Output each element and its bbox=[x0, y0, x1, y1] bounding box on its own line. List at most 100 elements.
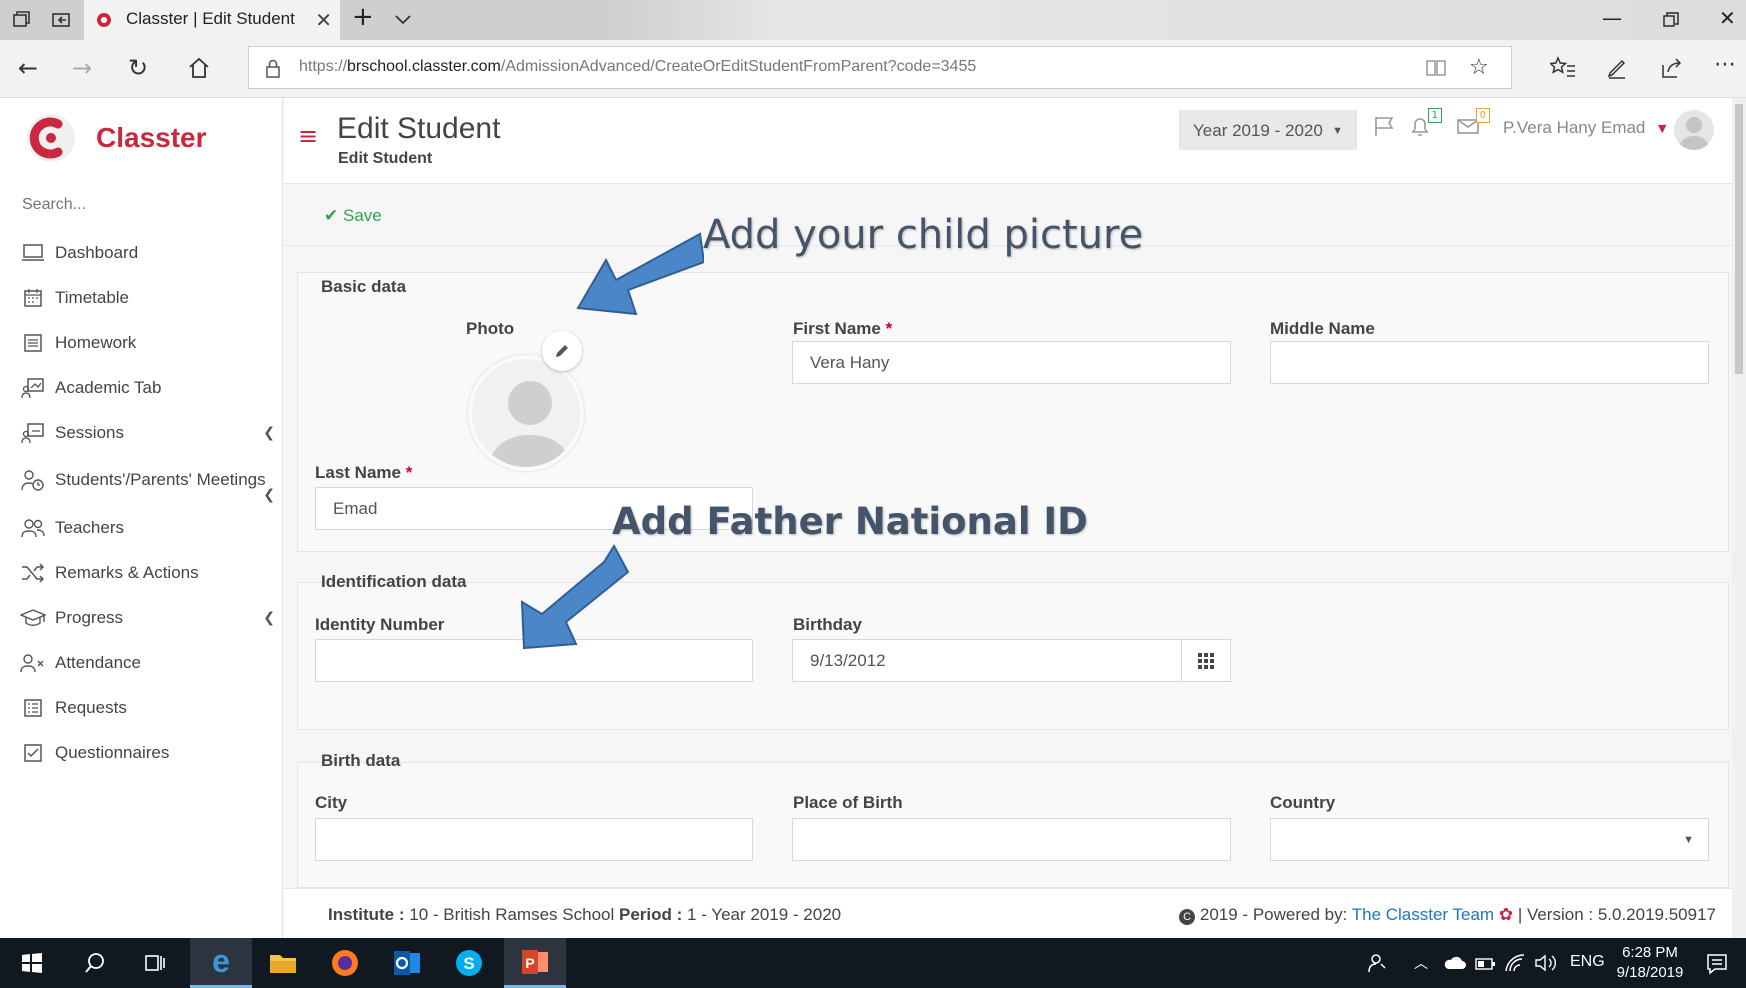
page-title: Edit Student bbox=[337, 112, 501, 145]
back-icon[interactable]: ← bbox=[18, 54, 38, 82]
hamburger-menu-icon[interactable]: ≡ bbox=[298, 122, 318, 150]
sidebar-item-attendance[interactable]: Attendance bbox=[0, 640, 283, 685]
reading-view-icon[interactable] bbox=[1425, 58, 1447, 78]
annotation-add-national-id: Add Father National ID bbox=[612, 500, 1088, 543]
chart-board-icon bbox=[20, 376, 46, 400]
more-options-icon[interactable]: ⋯ bbox=[1714, 52, 1736, 77]
notifications-bell-icon[interactable]: 1 bbox=[1408, 108, 1442, 138]
user-avatar[interactable] bbox=[1674, 110, 1714, 150]
url-field[interactable]: https://brschool.classter.com/AdmissionA… bbox=[248, 46, 1512, 89]
home-icon[interactable] bbox=[187, 56, 211, 80]
birthday-input[interactable] bbox=[792, 639, 1182, 682]
sidebar-item-teachers[interactable]: Teachers bbox=[0, 505, 283, 550]
refresh-icon[interactable]: ↻ bbox=[128, 54, 148, 82]
sidebar-item-homework[interactable]: Homework bbox=[0, 320, 283, 365]
tab-manager-icon[interactable] bbox=[10, 9, 32, 31]
presentation-icon bbox=[20, 421, 46, 445]
user-caret-down-icon[interactable]: ▼ bbox=[1658, 122, 1666, 135]
city-input[interactable] bbox=[315, 818, 753, 861]
sidebar-item-timetable[interactable]: Timetable bbox=[0, 275, 283, 320]
birthday-label: Birthday bbox=[793, 615, 862, 634]
sidebar-item-label: Progress bbox=[55, 607, 124, 627]
page-scrollbar[interactable] bbox=[1732, 98, 1746, 938]
lock-icon bbox=[266, 59, 280, 78]
web-note-icon[interactable] bbox=[1605, 56, 1629, 80]
active-tab[interactable]: Classter | Edit Student ✕ bbox=[84, 0, 340, 40]
laptop-icon bbox=[20, 241, 46, 265]
restore-icon[interactable] bbox=[1663, 12, 1679, 28]
firefox-icon[interactable] bbox=[318, 938, 372, 988]
edit-photo-button[interactable] bbox=[542, 331, 582, 371]
minimize-icon[interactable]: — bbox=[1602, 6, 1622, 30]
tab-list-chevron-icon[interactable] bbox=[394, 14, 412, 26]
set-aside-tabs-icon[interactable] bbox=[50, 9, 72, 31]
chevron-left-icon[interactable]: ❮ bbox=[263, 425, 275, 441]
outlook-icon[interactable] bbox=[380, 938, 434, 988]
wifi-icon[interactable] bbox=[1504, 953, 1526, 973]
new-tab-icon[interactable]: + bbox=[352, 2, 374, 32]
country-select[interactable]: ▼ bbox=[1270, 818, 1709, 861]
system-clock[interactable]: 6:28 PM 9/18/2019 bbox=[1610, 943, 1690, 983]
favorites-hub-icon[interactable] bbox=[1550, 56, 1576, 80]
messages-badge: 0 bbox=[1475, 108, 1490, 123]
edge-browser-icon[interactable]: e bbox=[190, 938, 252, 988]
skype-icon[interactable]: S bbox=[442, 938, 496, 988]
volume-icon[interactable] bbox=[1534, 953, 1558, 973]
chevron-left-icon[interactable]: ❮ bbox=[263, 487, 275, 503]
middle-name-input[interactable] bbox=[1270, 341, 1709, 384]
windows-start-icon[interactable] bbox=[10, 938, 54, 988]
powerpoint-icon[interactable]: P bbox=[504, 938, 566, 988]
onedrive-cloud-icon[interactable] bbox=[1442, 955, 1466, 971]
user-name[interactable]: P.Vera Hany Emad bbox=[1503, 118, 1645, 138]
tab-close-icon[interactable]: ✕ bbox=[315, 8, 332, 32]
search-icon[interactable] bbox=[70, 938, 120, 988]
identity-number-label: Identity Number bbox=[315, 615, 445, 634]
identification-data-section: Identification data Identity Number Birt… bbox=[297, 572, 1729, 730]
close-window-icon[interactable]: ✕ bbox=[1719, 6, 1736, 30]
sidebar-item-sessions[interactable]: Sessions ❮ bbox=[0, 410, 283, 455]
year-selector[interactable]: Year 2019 - 2020 ▼ bbox=[1179, 110, 1357, 150]
sidebar-item-requests[interactable]: Requests bbox=[0, 685, 283, 730]
windows-taskbar: e S P ︿ ENG 6:28 PM 9/18/2019 bbox=[0, 938, 1746, 988]
sidebar-item-label: Attendance bbox=[55, 652, 142, 672]
chevron-left-icon[interactable]: ❮ bbox=[263, 610, 275, 626]
sidebar-search-input[interactable] bbox=[20, 195, 260, 215]
file-explorer-icon[interactable] bbox=[256, 938, 310, 988]
scrollbar-thumb[interactable] bbox=[1735, 104, 1743, 374]
sidebar-item-label: Timetable bbox=[55, 287, 130, 307]
clock-time: 6:28 PM bbox=[1622, 944, 1678, 961]
show-hidden-icons-chevron-icon[interactable]: ︿ bbox=[1414, 953, 1428, 973]
sidebar-item-questionnaires[interactable]: Questionnaires bbox=[0, 730, 283, 775]
language-indicator[interactable]: ENG bbox=[1570, 953, 1605, 971]
photo-avatar[interactable] bbox=[468, 355, 584, 471]
flag-icon[interactable] bbox=[1372, 114, 1398, 138]
forward-icon[interactable]: → bbox=[72, 54, 92, 82]
classter-team-link[interactable]: The Classter Team bbox=[1352, 905, 1494, 924]
share-icon[interactable] bbox=[1660, 56, 1684, 80]
task-view-icon[interactable] bbox=[130, 938, 180, 988]
sidebar-item-remarks[interactable]: Remarks & Actions bbox=[0, 550, 283, 595]
shuffle-icon bbox=[20, 561, 46, 585]
sidebar-item-academic-tab[interactable]: Academic Tab bbox=[0, 365, 283, 410]
action-center-icon[interactable] bbox=[1706, 953, 1728, 975]
place-of-birth-input[interactable] bbox=[792, 818, 1231, 861]
sidebar-item-label: Academic Tab bbox=[55, 377, 162, 397]
sidebar-item-dashboard[interactable]: Dashboard bbox=[0, 230, 283, 275]
favorite-star-icon[interactable]: ☆ bbox=[1469, 55, 1489, 80]
year-selector-label: Year 2019 - 2020 bbox=[1193, 121, 1323, 140]
section-title: Identification data bbox=[321, 572, 467, 591]
first-name-input[interactable] bbox=[792, 341, 1231, 384]
date-picker-button[interactable] bbox=[1181, 639, 1231, 682]
page-header: ≡ Edit Student Edit Student Year 2019 - … bbox=[284, 98, 1732, 184]
save-button[interactable]: ✔ Save bbox=[324, 206, 382, 226]
sidebar-item-meetings[interactable]: Students'/Parents' Meetings ❮ bbox=[0, 455, 283, 505]
sidebar-item-progress[interactable]: Progress ❮ bbox=[0, 595, 283, 640]
last-name-label: Last Name * bbox=[315, 463, 413, 482]
messages-envelope-icon[interactable]: 0 bbox=[1456, 108, 1490, 138]
section-title: Birth data bbox=[321, 751, 401, 770]
url-text: https://brschool.classter.com/AdmissionA… bbox=[299, 58, 977, 75]
sidebar-item-label: Remarks & Actions bbox=[55, 562, 199, 582]
country-label: Country bbox=[1270, 793, 1336, 812]
battery-icon[interactable] bbox=[1474, 955, 1496, 971]
people-icon[interactable] bbox=[1366, 952, 1388, 974]
